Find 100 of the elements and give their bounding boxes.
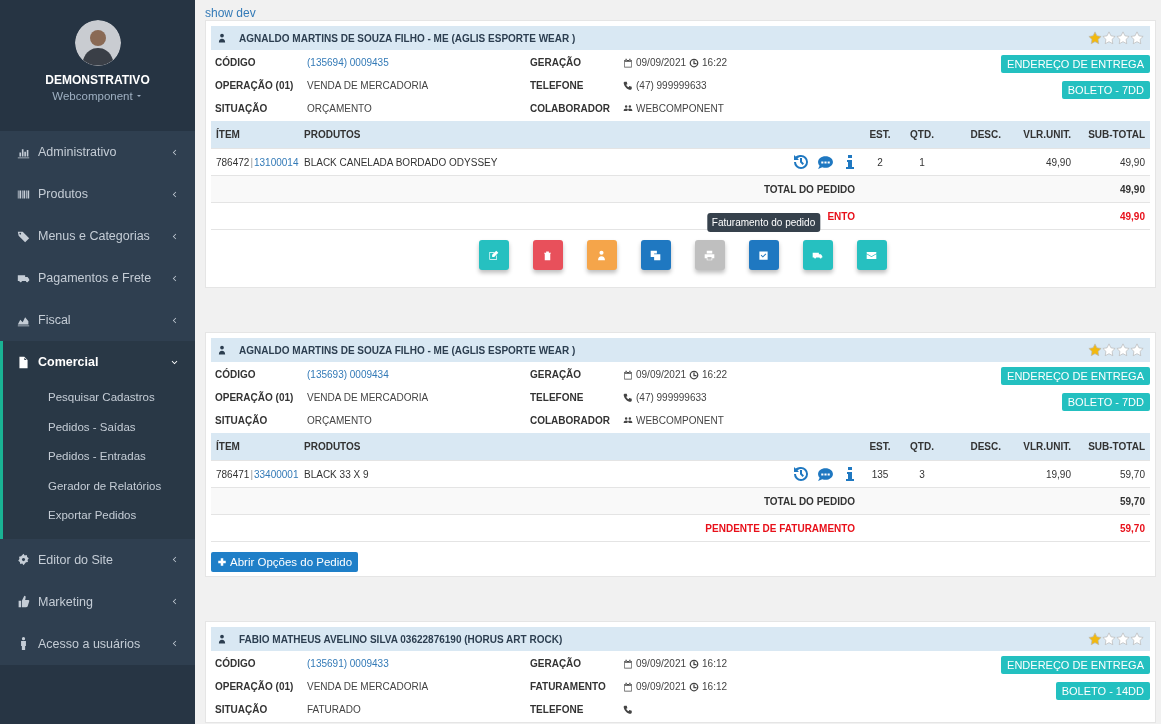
column-header: ÍTEM bbox=[211, 433, 299, 461]
order-code-link[interactable]: (135693) 0009434 bbox=[307, 369, 530, 380]
column-header: SUB-TOTAL bbox=[1076, 433, 1150, 461]
field-label: OPERAÇÃO (01) bbox=[215, 392, 295, 403]
order-code-link[interactable]: (135691) 0009433 bbox=[307, 658, 530, 669]
column-header: DESC. bbox=[944, 121, 1006, 149]
field-label: TELEFONE bbox=[530, 704, 585, 715]
star-icon bbox=[1088, 632, 1102, 646]
field-label: SITUAÇÃO bbox=[215, 415, 269, 426]
menu-item[interactable]: Produtos bbox=[3, 173, 195, 215]
field-value: ORÇAMENTO bbox=[307, 415, 373, 426]
person-icon bbox=[217, 634, 227, 644]
field-value: WEBCOMPONENT bbox=[636, 415, 724, 426]
field-label: TELEFONE bbox=[530, 80, 585, 91]
person-icon bbox=[217, 345, 227, 355]
field-label: FATURAMENTO bbox=[530, 681, 607, 692]
submenu-item[interactable]: Pesquisar Cadastros bbox=[3, 383, 195, 413]
field-value: 16:12 bbox=[702, 681, 728, 692]
rating-stars[interactable] bbox=[1088, 343, 1144, 357]
open-options-button[interactable]: Abrir Opções do Pedido bbox=[211, 552, 359, 572]
submenu-item[interactable]: Pedidos - Entradas bbox=[3, 442, 195, 472]
field-value: ORÇAMENTO bbox=[307, 103, 373, 114]
menu-item[interactable]: Marketing bbox=[3, 580, 195, 623]
envelope-icon bbox=[866, 249, 877, 261]
tooltip: Faturamento do pedido bbox=[706, 213, 821, 232]
field-value: 09/09/2021 bbox=[636, 658, 687, 669]
calendar-icon bbox=[623, 57, 633, 68]
delete-button[interactable] bbox=[532, 240, 563, 270]
chevron-left-icon bbox=[170, 639, 179, 648]
field-label: CÓDIGO bbox=[215, 369, 257, 380]
clock-icon bbox=[689, 369, 700, 380]
field-value: 16:12 bbox=[702, 658, 728, 669]
history-icon[interactable] bbox=[793, 154, 809, 170]
menu-item[interactable]: Menus e Categorias bbox=[3, 215, 195, 257]
phone-icon bbox=[623, 80, 633, 91]
menu-item[interactable]: Acesso a usuários bbox=[3, 622, 195, 665]
chevron-left-icon bbox=[170, 189, 179, 199]
barcode-icon bbox=[17, 187, 30, 201]
menu-item[interactable]: Editor do Site bbox=[3, 538, 195, 581]
customer-name: AGNALDO MARTINS DE SOUZA FILHO - ME (AGLIS ESPORTE WEAR ) bbox=[239, 344, 577, 356]
menu-item[interactable]: Administrativo bbox=[3, 131, 195, 173]
copy-icon bbox=[650, 249, 661, 261]
people-icon bbox=[623, 415, 633, 426]
chevron-left-icon bbox=[170, 597, 179, 606]
product-code-link[interactable]: 33400001 bbox=[254, 468, 299, 480]
customer-name: AGNALDO MARTINS DE SOUZA FILHO - ME (AGLIS ESPORTE WEAR ) bbox=[239, 32, 577, 44]
item-number: 786472 bbox=[216, 156, 250, 168]
submenu-item[interactable]: Exportar Pedidos bbox=[3, 501, 195, 531]
field-value: VENDA DE MERCADORIA bbox=[307, 392, 430, 403]
clock-icon bbox=[689, 57, 700, 68]
chevron-left-icon bbox=[170, 273, 179, 283]
column-header: QTD. bbox=[900, 433, 944, 461]
column-header: PRODUTOS bbox=[299, 121, 780, 149]
field-value: VENDA DE MERCADORIA bbox=[307, 681, 430, 692]
field-label: SITUAÇÃO bbox=[215, 704, 269, 715]
submenu-item[interactable]: Gerador de Relatórios bbox=[3, 471, 195, 501]
field-label: TELEFONE bbox=[530, 392, 585, 403]
menu-item[interactable]: Pagamentos e Frete bbox=[3, 257, 195, 299]
menu-item[interactable]: Fiscal bbox=[3, 299, 195, 341]
comment-icon[interactable] bbox=[817, 153, 834, 171]
menu-item[interactable]: Comercial bbox=[3, 341, 195, 383]
order-code-link[interactable]: (135694) 0009435 bbox=[307, 57, 530, 68]
clock-icon bbox=[689, 681, 700, 692]
user-role-dropdown[interactable]: Webcomponent bbox=[52, 90, 143, 102]
star-icon bbox=[1130, 343, 1144, 357]
rating-stars[interactable] bbox=[1088, 632, 1144, 646]
field-value: 09/09/2021 bbox=[636, 369, 687, 380]
people-icon bbox=[623, 103, 633, 114]
field-value: 09/09/2021 bbox=[636, 57, 687, 68]
rating-stars[interactable] bbox=[1088, 31, 1144, 45]
comment-icon[interactable] bbox=[817, 465, 834, 483]
field-value: WEBCOMPONENT bbox=[636, 103, 724, 114]
tags-icon bbox=[17, 229, 30, 243]
field-value: 09/09/2021 bbox=[636, 681, 687, 692]
column-header: PRODUTOS bbox=[299, 433, 780, 461]
total-label: TOTAL DO PEDIDO bbox=[211, 487, 860, 515]
settings-icon bbox=[17, 553, 30, 566]
person-icon bbox=[217, 33, 227, 43]
star-icon bbox=[1130, 31, 1144, 45]
phone-icon bbox=[623, 704, 633, 715]
column-header: EST. bbox=[860, 121, 900, 149]
document-icon bbox=[17, 355, 30, 369]
submenu-item[interactable]: Pedidos - Saídas bbox=[3, 412, 195, 442]
edit-icon bbox=[488, 249, 499, 261]
product-code-link[interactable]: 13100014 bbox=[254, 156, 299, 168]
plus-icon bbox=[217, 557, 227, 567]
total-label: TOTAL DO PEDIDO bbox=[211, 175, 860, 203]
field-value: (47) 999999633 bbox=[636, 80, 707, 91]
field-label: CÓDIGO bbox=[215, 57, 257, 68]
field-value: 16:22 bbox=[702, 57, 728, 68]
show-dev-link[interactable]: show dev bbox=[205, 6, 1156, 20]
pending-value: 59,70 bbox=[1076, 514, 1150, 542]
chevron-left-icon bbox=[170, 555, 179, 564]
avatar[interactable] bbox=[74, 20, 121, 66]
invoice-button[interactable] bbox=[748, 240, 779, 270]
field-label: OPERAÇÃO (01) bbox=[215, 80, 295, 91]
column-header: SUB-TOTAL bbox=[1076, 121, 1150, 149]
copy-button[interactable] bbox=[640, 240, 671, 270]
history-icon[interactable] bbox=[793, 466, 809, 482]
field-label: GERAÇÃO bbox=[530, 57, 583, 68]
